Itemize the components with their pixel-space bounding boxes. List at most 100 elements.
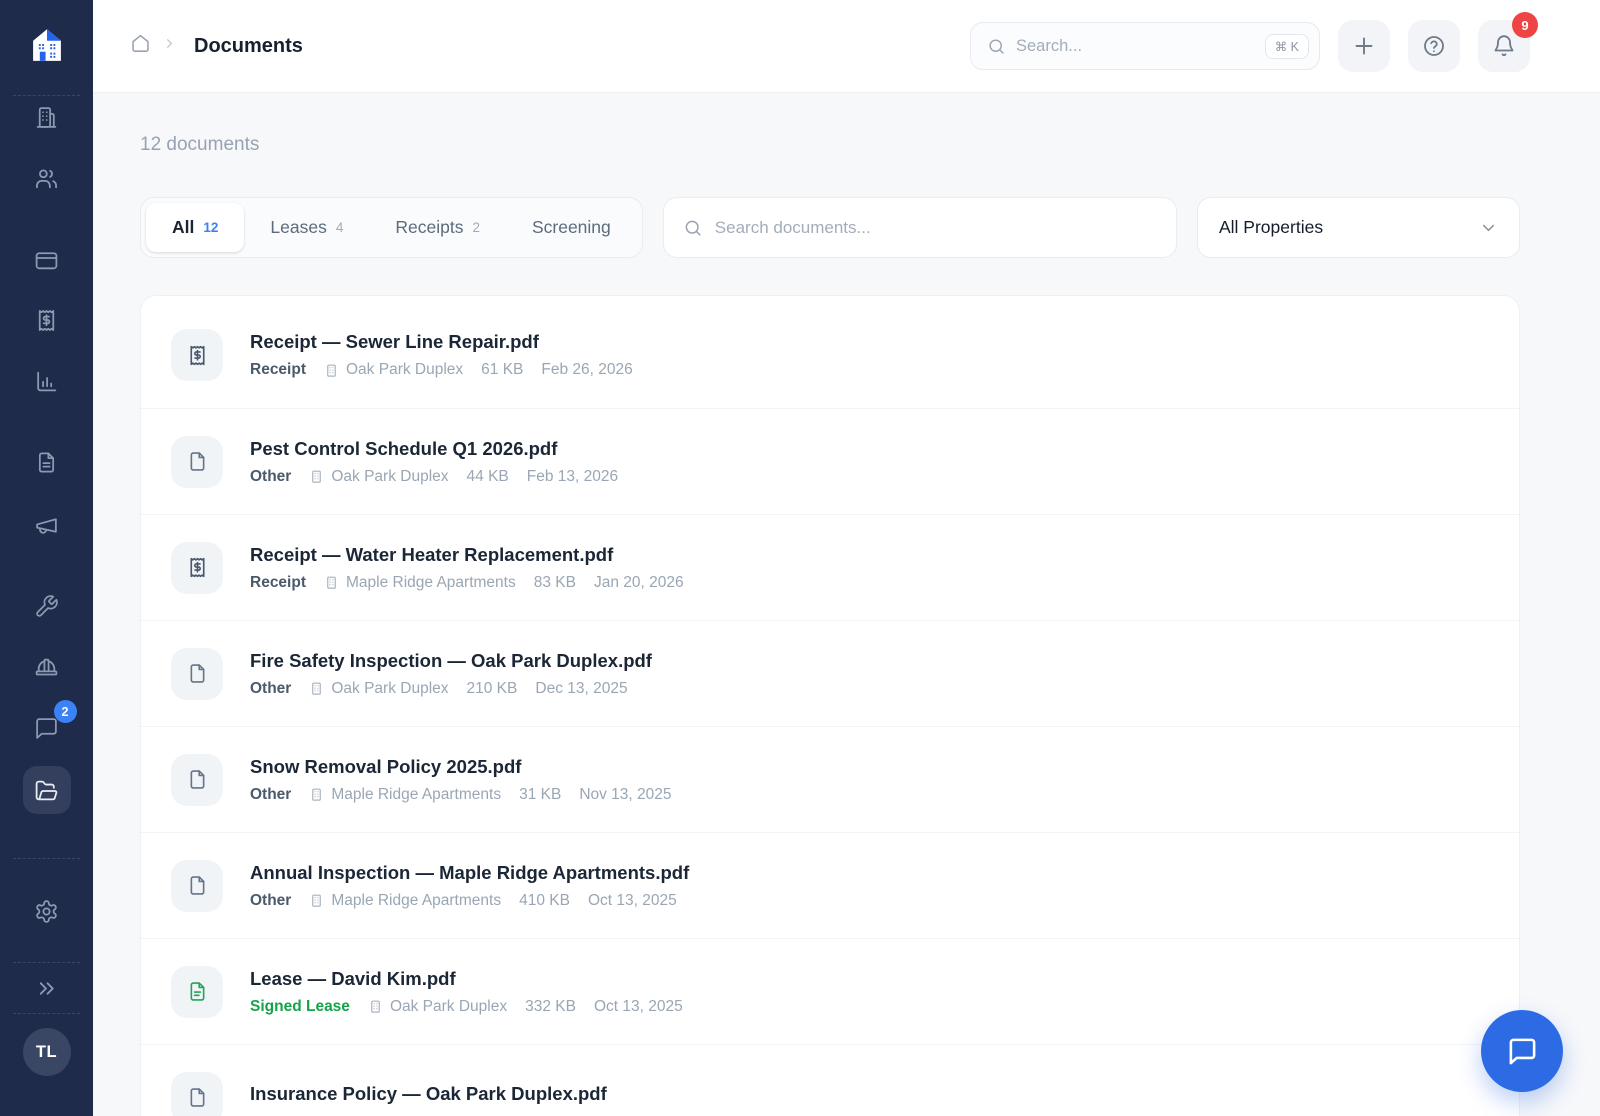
document-row[interactable]: Annual Inspection — Maple Ridge Apartmen… [141, 832, 1519, 938]
add-button[interactable] [1338, 20, 1390, 72]
search-icon [987, 37, 1006, 56]
document-title: Lease — David Kim.pdf [250, 968, 683, 990]
megaphone-icon [34, 513, 59, 538]
document-meta: Other Oak Park Duplex 44 KB Feb 13, 2026 [250, 468, 618, 486]
document-type-icon [171, 329, 223, 381]
chevron-down-icon [1479, 218, 1498, 237]
document-info: Insurance Policy — Oak Park Duplex.pdf [250, 1083, 607, 1113]
document-type-icon [171, 860, 223, 912]
building-icon [309, 681, 324, 696]
document-size: 332 KB [525, 998, 576, 1016]
document-meta: Signed Lease Oak Park Duplex 332 KB Oct … [250, 998, 683, 1016]
global-search[interactable]: ⌘ K [970, 22, 1320, 70]
document-info: Annual Inspection — Maple Ridge Apartmen… [250, 862, 689, 910]
building-icon [368, 999, 383, 1014]
building-icon [324, 575, 339, 590]
document-property-name: Oak Park Duplex [331, 680, 448, 698]
user-avatar[interactable]: TL [23, 1028, 71, 1076]
sidebar-collapse-button[interactable] [23, 964, 71, 1012]
document-property: Oak Park Duplex [324, 361, 463, 379]
sidebar-item-contractors[interactable] [23, 643, 71, 691]
sidebar-item-payments[interactable] [23, 236, 71, 284]
bell-icon [1492, 34, 1516, 58]
receipt-icon [186, 556, 209, 579]
gear-icon [34, 899, 59, 924]
app-logo-house-icon[interactable] [24, 22, 70, 68]
tab-all[interactable]: All 12 [146, 203, 244, 252]
notifications-button[interactable]: 9 [1478, 20, 1530, 72]
plus-icon [1352, 34, 1376, 58]
document-title: Receipt — Sewer Line Repair.pdf [250, 331, 633, 353]
search-icon [683, 218, 703, 238]
document-type-icon [171, 1072, 223, 1116]
tab-screening[interactable]: Screening [506, 203, 637, 252]
document-row[interactable]: Fire Safety Inspection — Oak Park Duplex… [141, 620, 1519, 726]
documents-search[interactable] [663, 197, 1177, 258]
building-icon [324, 363, 339, 378]
document-size: 83 KB [534, 574, 576, 592]
search-shortcut-kbd: ⌘ K [1265, 34, 1309, 59]
help-icon [1422, 34, 1446, 58]
document-type-icon [171, 648, 223, 700]
chat-fab[interactable] [1481, 1010, 1563, 1092]
document-meta: Other Maple Ridge Apartments 31 KB Nov 1… [250, 786, 672, 804]
documents-search-input[interactable] [715, 218, 1157, 238]
sidebar: 2 TL [0, 0, 93, 1116]
global-search-input[interactable] [1016, 37, 1255, 56]
property-filter-select[interactable]: All Properties [1197, 197, 1520, 258]
document-row[interactable]: Lease — David Kim.pdf Signed Lease Oak P… [141, 938, 1519, 1044]
document-row[interactable]: Receipt — Water Heater Replacement.pdf R… [141, 514, 1519, 620]
building-icon [309, 787, 324, 802]
document-date: Feb 13, 2026 [527, 468, 618, 486]
sidebar-item-leases[interactable] [23, 438, 71, 486]
building-icon [309, 893, 324, 908]
sidebar-divider [13, 858, 80, 859]
document-property: Oak Park Duplex [368, 998, 507, 1016]
file-icon [186, 874, 209, 897]
sidebar-item-people[interactable] [23, 154, 71, 202]
tab-label: Screening [532, 217, 611, 238]
help-button[interactable] [1408, 20, 1460, 72]
document-title: Fire Safety Inspection — Oak Park Duplex… [250, 650, 652, 672]
document-type-icon [171, 754, 223, 806]
document-property-name: Oak Park Duplex [346, 361, 463, 379]
sidebar-item-announcements[interactable] [23, 501, 71, 549]
document-title: Receipt — Water Heater Replacement.pdf [250, 544, 684, 566]
document-type-label: Other [250, 892, 291, 910]
tab-leases[interactable]: Leases 4 [244, 203, 369, 252]
document-row[interactable]: Snow Removal Policy 2025.pdf Other Maple… [141, 726, 1519, 832]
tab-label: All [172, 217, 194, 238]
document-size: 44 KB [467, 468, 509, 486]
tab-receipts[interactable]: Receipts 2 [369, 203, 506, 252]
document-title: Pest Control Schedule Q1 2026.pdf [250, 438, 618, 460]
top-header: Documents ⌘ K 9 [93, 0, 1600, 93]
sidebar-item-maintenance[interactable] [23, 582, 71, 630]
sidebar-item-documents[interactable] [23, 766, 71, 814]
tab-count: 4 [336, 220, 344, 235]
document-type-label: Other [250, 468, 291, 486]
document-property-name: Maple Ridge Apartments [331, 892, 501, 910]
document-type-label: Receipt [250, 361, 306, 379]
document-info: Pest Control Schedule Q1 2026.pdf Other … [250, 438, 618, 486]
sidebar-item-properties[interactable] [23, 93, 71, 141]
sidebar-item-expenses[interactable] [23, 296, 71, 344]
file-icon [186, 662, 209, 685]
sidebar-item-reports[interactable] [23, 357, 71, 405]
wrench-icon [34, 594, 59, 619]
document-meta: Receipt Oak Park Duplex 61 KB Feb 26, 20… [250, 361, 633, 379]
document-row[interactable]: Pest Control Schedule Q1 2026.pdf Other … [141, 408, 1519, 514]
tab-label: Leases [270, 217, 326, 238]
folder-open-icon [34, 778, 59, 803]
document-size: 31 KB [519, 786, 561, 804]
chat-bubble-icon [1507, 1036, 1538, 1067]
document-row[interactable]: Insurance Policy — Oak Park Duplex.pdf [141, 1044, 1519, 1116]
document-row[interactable]: Receipt — Sewer Line Repair.pdf Receipt … [141, 302, 1519, 408]
document-type-label: Signed Lease [250, 998, 350, 1016]
home-icon[interactable] [130, 33, 151, 59]
document-info: Snow Removal Policy 2025.pdf Other Maple… [250, 756, 672, 804]
sidebar-item-messages[interactable]: 2 [23, 704, 71, 752]
document-property-name: Oak Park Duplex [390, 998, 507, 1016]
sidebar-item-settings[interactable] [23, 887, 71, 935]
hard-hat-icon [34, 655, 59, 680]
building-icon [309, 469, 324, 484]
